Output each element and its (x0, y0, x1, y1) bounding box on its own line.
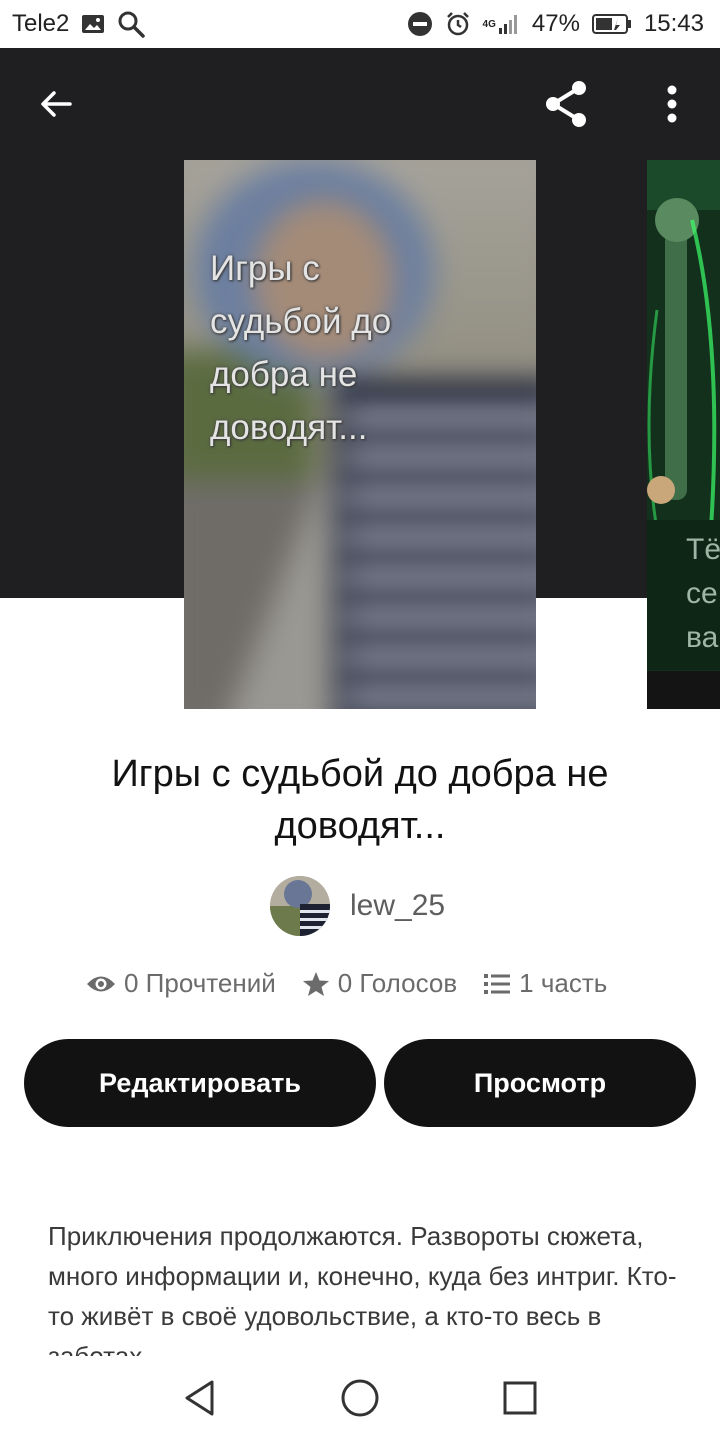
battery-percent: 47% (531, 10, 580, 37)
more-vertical-icon (667, 85, 677, 123)
parts-stat: 1 часть (483, 968, 607, 999)
cover-title-text: Игры с судьбой до добра не доводят... (210, 249, 392, 447)
nav-back-button[interactable] (170, 1368, 230, 1428)
clock: 15:43 (643, 10, 704, 37)
more-options-button[interactable] (640, 72, 704, 136)
search-icon (117, 10, 146, 38)
parts-count: 1 часть (519, 968, 608, 998)
avatar (270, 876, 330, 936)
eye-icon (87, 976, 115, 991)
status-bar: Tele2 4G 47% 15:43 (0, 0, 720, 48)
back-button[interactable] (24, 72, 88, 136)
story-stats: 0 Прочтений 0 Голосов 1 часть (86, 968, 607, 999)
reads-stat: 0 Прочтений (86, 968, 276, 999)
arrow-back-icon (41, 91, 72, 117)
next-cover-text: Тё се ва (686, 533, 720, 654)
author-name: lew_25 (350, 889, 446, 922)
story-cover[interactable]: Игры с судьбой до добра не доводят... (184, 160, 536, 709)
share-icon (546, 81, 586, 127)
share-button[interactable] (534, 72, 598, 136)
battery-icon (591, 13, 632, 35)
story-title: Игры с судьбой до добра не доводят... (111, 753, 609, 847)
image-icon (81, 14, 105, 34)
triangle-back-icon (185, 1380, 214, 1416)
votes-stat: 0 Голосов (302, 968, 457, 999)
list-icon (484, 973, 511, 994)
carrier-label: Tele2 (12, 10, 70, 37)
square-recents-icon (503, 1381, 537, 1415)
alarm-icon (445, 11, 471, 37)
dnd-icon (407, 11, 433, 37)
author-link[interactable]: lew_25 (270, 876, 445, 936)
system-nav-bar (0, 1356, 720, 1440)
star-icon (302, 971, 329, 996)
votes-count: 0 Голосов (337, 968, 458, 998)
preview-button[interactable]: Просмотр (384, 1039, 696, 1127)
nav-home-button[interactable] (330, 1368, 390, 1428)
reads-count: 0 Прочтений (124, 968, 276, 998)
circle-home-icon (341, 1379, 379, 1417)
story-description: Приключения продолжаются. Развороты сюже… (48, 1221, 677, 1356)
signal-icon: 4G (483, 13, 520, 35)
nav-recents-button[interactable] (490, 1368, 550, 1428)
edit-button[interactable]: Редактировать (24, 1039, 376, 1127)
network-type-label: 4G (482, 18, 496, 30)
next-cover-bottom-strip (647, 671, 720, 709)
